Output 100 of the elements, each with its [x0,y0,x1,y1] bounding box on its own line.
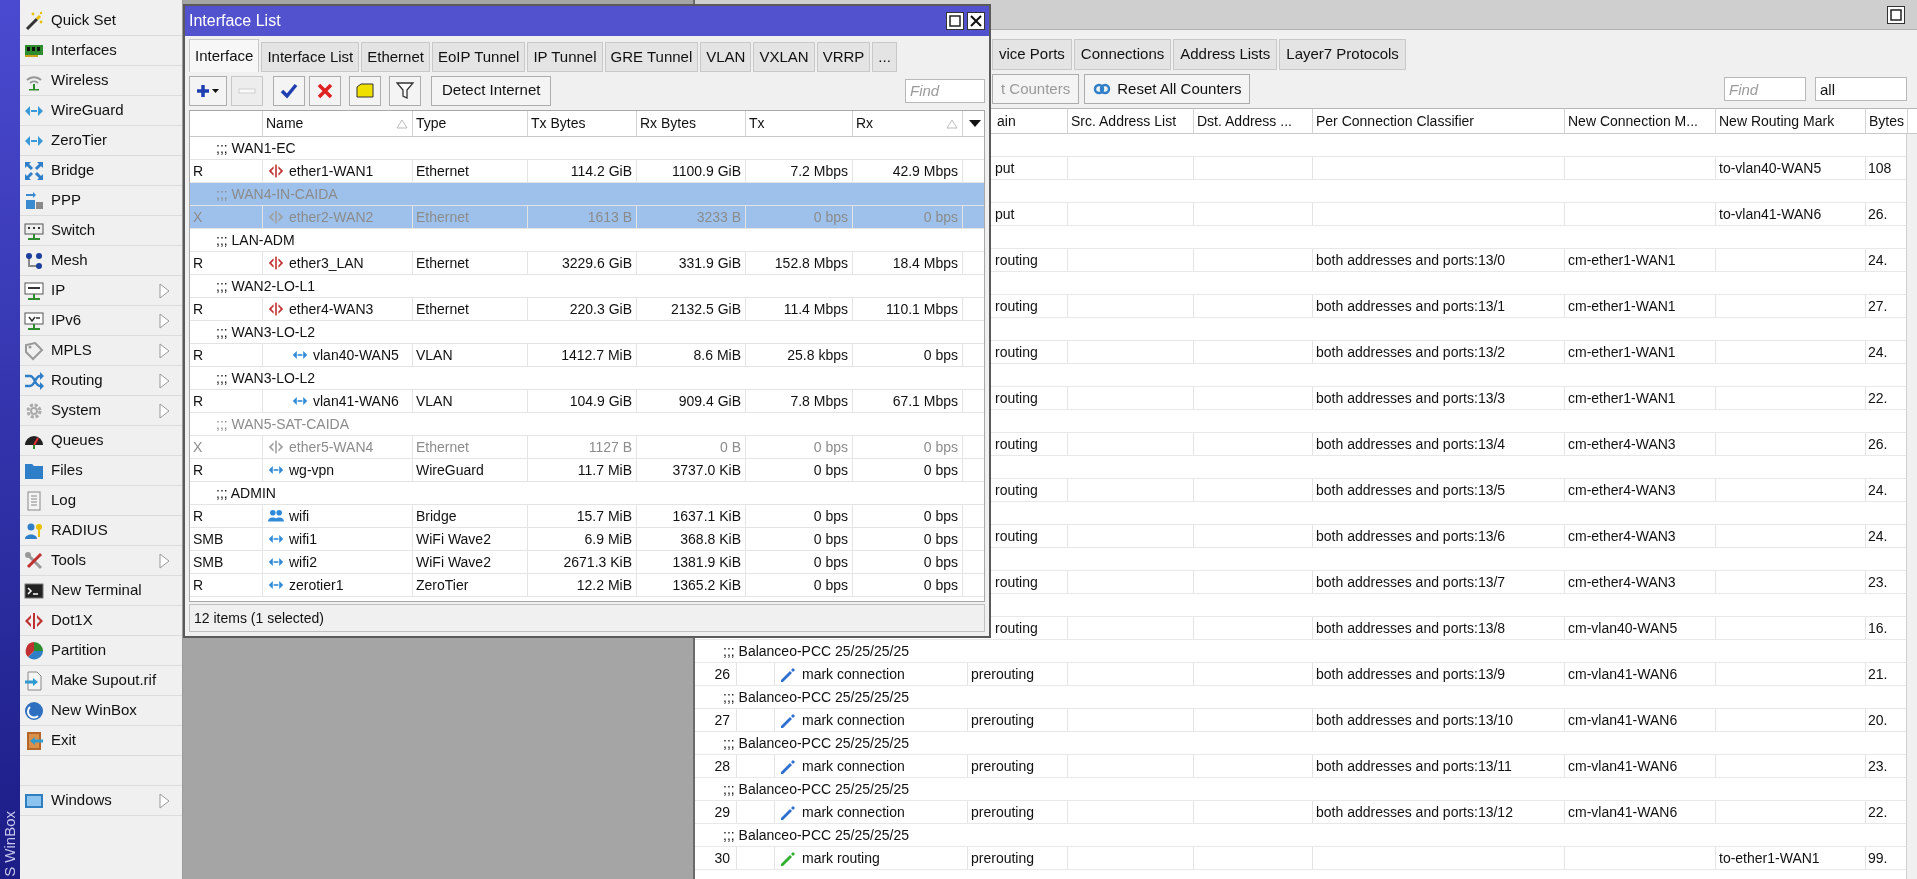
detect-internet-button[interactable]: Detect Internet [431,75,552,106]
column-header[interactable]: New Connection M... [1565,109,1716,133]
table-cell: cm-ether1-WAN1 [1565,249,1716,271]
filter-field[interactable]: all [1815,77,1907,101]
scrollbar[interactable] [1906,134,1917,879]
table-cell-text: R [193,345,204,365]
document-icon [24,490,44,511]
column-header[interactable]: Tx Bytes [528,111,637,136]
table-cell-text: wifi1 [289,529,317,549]
tab[interactable]: EoIP Tunnel [432,42,526,72]
table-cell: cm-ether4-WAN3 [1565,433,1716,455]
table-cell-text: 152.8 Mbps [774,253,848,273]
table-cell: put [994,157,1068,179]
menu-item[interactable]: Partition [20,636,182,666]
menu-item[interactable]: Quick Set [20,6,182,36]
tab[interactable]: Interface [189,39,260,72]
add-icon [196,82,220,99]
table-cell: 29 [695,801,737,823]
table-row[interactable]: R wg-vpn WireGuard 11.7 MiB 3737.0 KiB 0 bps 0 bps [190,459,984,482]
table-cell-text: wg-vpn [289,460,335,480]
menu-item[interactable]: IPv6 [20,306,182,336]
table-row[interactable]: R ether4-WAN3 Ethernet 220.3 GiB 2132.5 GiB 11.4 Mbps 110.1 Mbps [190,298,984,321]
tab[interactable]: Address Lists [1173,39,1278,70]
table-cell: both addresses and ports:13/1 [1313,295,1565,317]
tab[interactable]: Interface List [261,42,360,72]
menu-item[interactable]: PPP [20,186,182,216]
menu-item[interactable]: Make Supout.rif [20,666,182,696]
table-cell: prerouting [968,755,1068,777]
column-header[interactable]: Tx [746,111,853,136]
menu-item[interactable]: IP [20,276,182,306]
column-header[interactable]: ain [994,109,1068,133]
column-header[interactable]: Src. Address List [1068,109,1194,133]
find-field[interactable]: Find [905,78,985,103]
menu-item[interactable]: Interfaces [20,36,182,66]
toolbar-button[interactable] [189,75,227,106]
menu-item[interactable]: System [20,396,182,426]
tab[interactable]: VLAN [700,42,752,72]
table-cell: routing [994,341,1068,363]
table-cell-text: R [193,460,204,480]
toolbar-button[interactable] [389,75,421,106]
tab[interactable]: Ethernet [361,42,430,72]
column-header[interactable]: Bytes [1866,109,1908,133]
find-field[interactable]: Find [1724,77,1806,101]
table-cell-text: 6.9 MiB [584,529,632,549]
column-header[interactable]: Rx [853,111,963,136]
table-cell: prerouting [968,847,1068,869]
tab[interactable]: vice Ports [992,39,1072,70]
menu-item[interactable]: Switch [20,216,182,246]
column-header[interactable]: Rx Bytes [637,111,746,136]
table-row[interactable]: R vlan41-WAN6 VLAN 104.9 GiB 909.4 GiB 7.8 Mbps 67.1 Mbps [190,390,984,413]
table-row[interactable]: R vlan40-WAN5 VLAN 1412.7 MiB 8.6 MiB 25.8 kbps 0 bps [190,344,984,367]
menu-item[interactable]: New Terminal [20,576,182,606]
tab[interactable]: VXLAN [753,42,815,72]
menu-item[interactable]: New WinBox [20,696,182,726]
table-cell-text: 0 bps [813,506,848,526]
table-cell-text: 11.4 Mbps [783,299,848,319]
menu-item[interactable]: Files [20,456,182,486]
column-header[interactable]: Name [263,111,413,136]
toolbar-button[interactable] [273,75,305,106]
column-header[interactable]: Per Connection Classifier [1313,109,1565,133]
table-cell-text: 25.8 kbps [787,345,848,365]
tab[interactable]: Connections [1073,39,1172,70]
menu-item[interactable]: Log [20,486,182,516]
menu-item[interactable]: Mesh [20,246,182,276]
column-header[interactable]: New Routing Mark [1716,109,1866,133]
tab[interactable]: ... [872,42,897,72]
tab[interactable]: IP Tunnel [527,42,603,72]
table-row[interactable]: R ether1-WAN1 Ethernet 114.2 GiB 1100.9 GiB 7.2 Mbps 42.9 Mbps [190,160,984,183]
column-header[interactable]: Type [413,111,528,136]
menu-item[interactable]: Exit [20,726,182,756]
table-cell: both addresses and ports:13/10 [1313,709,1565,731]
tab[interactable]: GRE Tunnel [604,42,699,72]
table-cell-text: 7.8 Mbps [790,391,848,411]
table-row[interactable]: SMB wifi2 WiFi Wave2 2671.3 KiB 1381.9 KiB 0 bps 0 bps [190,551,984,574]
tab[interactable]: VRRP [816,42,871,72]
column-header[interactable]: Dst. Address ... [1194,109,1313,133]
table-cell-text: 0 bps [923,575,958,595]
table-cell-text: mark connection [802,664,905,684]
table-row[interactable]: R wifi Bridge 15.7 MiB 1637.1 KiB 0 bps 0 bps [190,505,984,528]
menu-item[interactable]: Bridge [20,156,182,186]
toolbar-button[interactable] [309,75,341,106]
table-row[interactable]: R ether3_LAN Ethernet 3229.6 GiB 331.9 GiB 152.8 Mbps 18.4 Mbps [190,252,984,275]
menu-item[interactable]: WireGuard [20,96,182,126]
menu-item[interactable]: Queues [20,426,182,456]
table-row[interactable]: R zerotier1 ZeroTier 12.2 MiB 1365.2 KiB 0 bps 0 bps [190,574,984,597]
comment-text: ;;; Balanceo-PCC 25/25/25/25 [723,733,909,753]
comment-text: ;;; Balanceo-PCC 25/25/25/25 [723,779,909,799]
menu-item[interactable]: RADIUS [20,516,182,546]
tab[interactable]: Layer7 Protocols [1279,39,1406,70]
table-row[interactable]: SMB wifi1 WiFi Wave2 6.9 MiB 368.8 KiB 0 bps 0 bps [190,528,984,551]
menu-item[interactable]: Windows [20,786,182,816]
table-cell-text: Ethernet [416,161,469,181]
toolbar-button[interactable]: Reset All Counters [1084,74,1251,104]
menu-item[interactable]: Wireless [20,66,182,96]
bridge-icon [24,160,44,181]
menu-item[interactable]: Dot1X [20,606,182,636]
menu-item[interactable]: Routing [20,366,182,396]
menu-item[interactable]: Tools [20,546,182,576]
menu-item[interactable]: MPLS [20,336,182,366]
menu-item[interactable]: ZeroTier [20,126,182,156]
